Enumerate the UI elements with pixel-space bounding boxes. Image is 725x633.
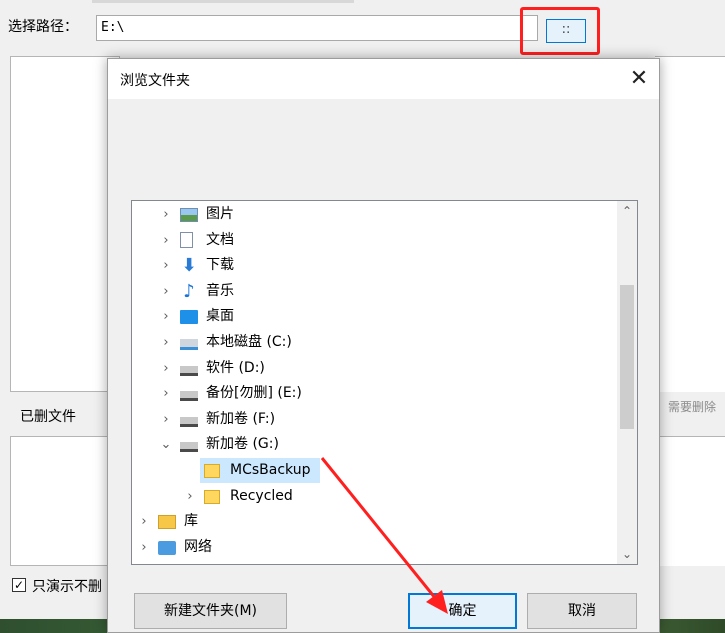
annotation-arrow <box>320 457 448 614</box>
